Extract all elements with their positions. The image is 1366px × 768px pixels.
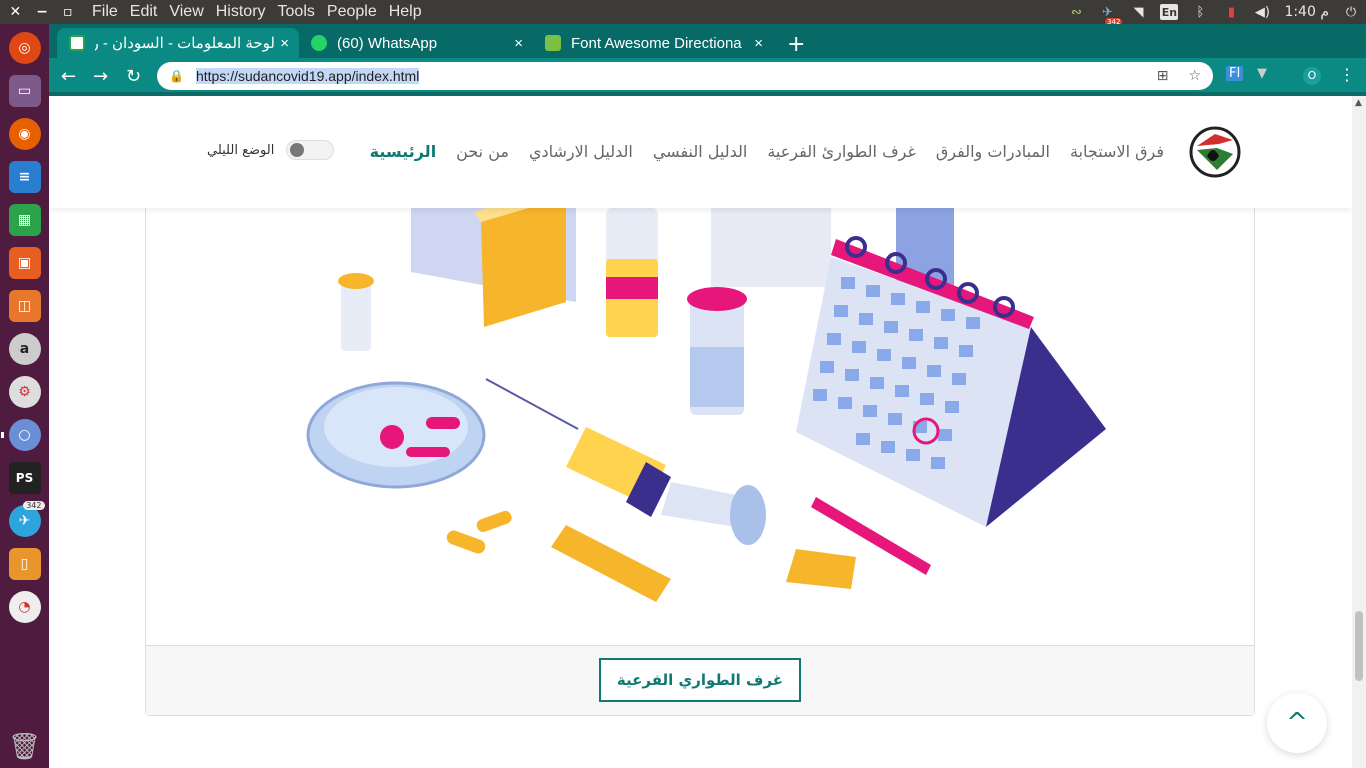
- dark-mode-toggle[interactable]: [286, 140, 335, 160]
- software-icon[interactable]: ◫: [8, 290, 41, 322]
- nav-psych-guide[interactable]: الدليل النفسي: [653, 142, 747, 161]
- unity-launcher: ◎ ▭ ◉ ≡ ▦ ▣ ◫ a ⚙ ○ PS ✈ 342 ▯ ◔ 🗑: [0, 24, 49, 768]
- dark-mode-label: الوضع الليلي: [207, 142, 275, 158]
- calc-icon[interactable]: ▦: [8, 204, 41, 236]
- clock[interactable]: 1:40 م: [1284, 4, 1329, 20]
- sudan-favicon-icon: [69, 35, 85, 51]
- indicator-icon[interactable]: ∾: [1067, 4, 1085, 20]
- tab-title: Font Awesome Directiona: [571, 34, 742, 52]
- translate-icon[interactable]: ⊞: [1157, 68, 1169, 84]
- settings-icon[interactable]: ⚙: [8, 376, 41, 408]
- disk-usage-icon[interactable]: ◔: [8, 591, 41, 623]
- back-to-top-button[interactable]: ^: [1267, 693, 1327, 753]
- keyboard-layout-indicator[interactable]: En: [1160, 4, 1179, 20]
- wifi-icon[interactable]: ◥: [1129, 4, 1147, 20]
- window-maximize-icon[interactable]: ▫: [63, 4, 73, 20]
- tab-title: (60) WhatsApp: [337, 34, 438, 52]
- battery-icon[interactable]: ▮: [1222, 4, 1240, 20]
- nav-response-teams[interactable]: فرق الاستجابة: [1070, 142, 1164, 161]
- address-bar[interactable]: 🔒 https://sudancovid19.app/index.html ⊞ …: [157, 62, 1213, 90]
- impress-icon[interactable]: ▣: [8, 247, 41, 279]
- scrollbar-thumb[interactable]: [1355, 611, 1363, 681]
- menu-edit[interactable]: Edit: [124, 3, 164, 21]
- window-close-icon[interactable]: ✕: [10, 4, 22, 20]
- app-menu: File Edit View History Tools People Help: [86, 3, 428, 21]
- extension-fi-icon[interactable]: FI: [1226, 66, 1244, 81]
- chevron-up-icon: ^: [1286, 708, 1308, 738]
- bluetooth-icon[interactable]: ᛒ: [1191, 4, 1209, 20]
- card-footer: غرف الطواري الفرعية: [146, 645, 1254, 715]
- power-icon[interactable]: ⏻: [1342, 4, 1360, 20]
- page-scrollbar[interactable]: ▲: [1352, 96, 1366, 768]
- menu-file[interactable]: File: [86, 3, 124, 21]
- volume-icon[interactable]: ◀): [1253, 4, 1271, 20]
- telegram-icon[interactable]: ✈ 342: [8, 501, 45, 537]
- whatsapp-favicon-icon: [311, 35, 327, 51]
- url-text[interactable]: https://sudancovid19.app/index.html: [195, 68, 420, 84]
- dark-mode-control: الوضع الليلي: [207, 140, 335, 160]
- new-tab-button[interactable]: +: [787, 32, 805, 57]
- nav-initiatives[interactable]: المبادرات والفرق: [936, 142, 1050, 161]
- scroll-up-arrow-icon[interactable]: ▲: [1355, 98, 1362, 108]
- tab-title: لوحة المعلومات - السودان - ر: [95, 35, 275, 52]
- tab-strip: لوحة المعلومات - السودان - ر × (60) What…: [49, 24, 1366, 58]
- nav-about[interactable]: من نحن: [456, 142, 509, 161]
- nav-sub-emergency-rooms[interactable]: غرف الطوارئ الفرعية: [767, 142, 916, 161]
- menu-view[interactable]: View: [163, 3, 209, 21]
- forward-icon[interactable]: →: [93, 66, 108, 87]
- firefox-icon[interactable]: ◉: [8, 118, 41, 150]
- tab-close-icon[interactable]: ×: [754, 35, 763, 52]
- nav-guide[interactable]: الدليل الارشادي: [529, 142, 633, 161]
- window-minimize-icon[interactable]: −: [36, 4, 48, 20]
- browser-toolbar: ← → ↻ 🔒 https://sudancovid19.app/index.h…: [49, 58, 1366, 96]
- site-logo[interactable]: [1189, 126, 1241, 178]
- main-nav: الرئيسية من نحن الدليل الارشادي الدليل ا…: [370, 142, 1164, 161]
- tab-dashboard[interactable]: لوحة المعلومات - السودان - ر ×: [57, 28, 299, 58]
- system-top-bar: ✕ − ▫ File Edit View History Tools Peopl…: [0, 0, 1366, 26]
- page-viewport: غرف الطواري الفرعية الوضع الليلي الرئيسي…: [49, 96, 1352, 768]
- back-icon[interactable]: ←: [61, 66, 76, 87]
- menu-tools[interactable]: Tools: [272, 3, 321, 21]
- profile-avatar[interactable]: O: [1303, 67, 1321, 85]
- medical-illustration: [306, 197, 1106, 602]
- tab-close-icon[interactable]: ×: [280, 35, 289, 52]
- telegram-launcher-badge: 342: [23, 501, 45, 510]
- site-header: الوضع الليلي الرئيسية من نحن الدليل الار…: [49, 96, 1352, 208]
- tab-whatsapp[interactable]: (60) WhatsApp ×: [299, 28, 533, 58]
- files-icon[interactable]: ▭: [8, 75, 41, 107]
- menu-help[interactable]: Help: [383, 3, 428, 21]
- phpstorm-icon[interactable]: PS: [8, 462, 41, 494]
- sub-emergency-rooms-button[interactable]: غرف الطواري الفرعية: [599, 658, 801, 702]
- toggle-knob: [290, 143, 305, 157]
- tab-close-icon[interactable]: ×: [514, 35, 523, 52]
- menu-history[interactable]: History: [210, 3, 272, 21]
- content-card: غرف الطواري الفرعية: [145, 196, 1255, 716]
- writer-icon[interactable]: ≡: [8, 161, 41, 193]
- notes-icon[interactable]: ▯: [8, 548, 41, 580]
- ubuntu-icon[interactable]: ◎: [8, 32, 41, 64]
- system-tray: ∾ ✈ 342 ◥ En ᛒ ▮ ◀) 1:40 م ⏻: [1067, 0, 1360, 26]
- reload-icon[interactable]: ↻: [126, 66, 141, 87]
- trash-icon[interactable]: 🗑: [8, 732, 41, 762]
- chrome-icon[interactable]: ○: [0, 419, 41, 451]
- nav-home[interactable]: الرئيسية: [370, 142, 437, 161]
- menu-people[interactable]: People: [321, 3, 383, 21]
- tab-font-awesome[interactable]: Font Awesome Directiona ×: [533, 28, 773, 58]
- telegram-tray-icon[interactable]: ✈ 342: [1098, 4, 1123, 26]
- extension-vue-icon[interactable]: ▼: [1257, 66, 1267, 81]
- chrome-menu-icon[interactable]: ⋮: [1339, 65, 1355, 84]
- amazon-icon[interactable]: a: [8, 333, 41, 365]
- bookmark-star-icon[interactable]: ☆: [1188, 68, 1201, 84]
- lock-icon[interactable]: 🔒: [169, 69, 184, 83]
- font-awesome-favicon-icon: [545, 35, 561, 51]
